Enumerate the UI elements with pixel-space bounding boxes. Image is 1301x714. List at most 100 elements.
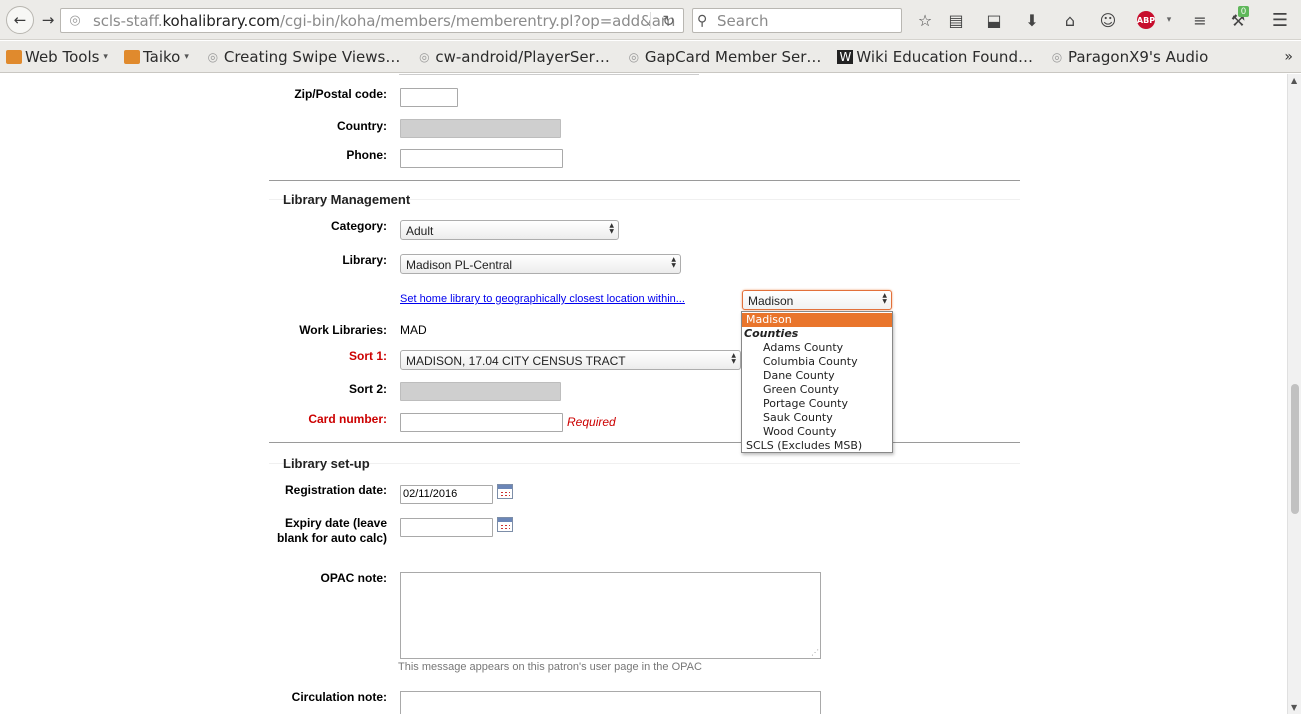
globe-icon: ◎ — [207, 49, 219, 64]
library-value: Madison PL-Central — [406, 258, 513, 272]
geo-select-value: Madison — [748, 294, 794, 308]
opac-note-textarea[interactable]: ⋰ — [400, 572, 821, 659]
browser-toolbar: ← → ◎ scls-staff.kohalibrary.com/cgi-bin… — [0, 0, 1301, 40]
circulation-note-label: Circulation note: — [291, 690, 387, 704]
select-arrows-icon: ▲ ▼ — [609, 222, 614, 235]
bookmark-label: cw-android/PlayerSer… — [435, 47, 610, 66]
folder-icon — [123, 49, 140, 64]
registration-date-input[interactable]: 02/11/2016 — [400, 485, 493, 504]
folder-icon — [6, 49, 22, 64]
dropdown-option[interactable]: Portage County — [742, 397, 892, 411]
adblock-icon[interactable]: ABP — [1137, 11, 1155, 29]
geo-dropdown-list: Madison Counties Adams County Columbia Coun… — [741, 311, 893, 453]
library-setup-legend: Library set-up — [283, 456, 370, 471]
phone-input[interactable] — [400, 149, 563, 168]
dropdown-option[interactable]: Green County — [742, 383, 892, 397]
back-arrow-icon[interactable]: ← — [6, 6, 34, 34]
select-arrows-icon: ▲ ▼ — [882, 292, 887, 305]
select-arrows-icon: ▲ ▼ — [731, 352, 736, 365]
sort2-input — [400, 382, 561, 401]
sort1-select[interactable]: MADISON, 17.04 CITY CENSUS TRACT ▲ ▼ — [400, 350, 741, 370]
chat-icon[interactable]: ☺ — [1097, 9, 1119, 31]
calendar-icon[interactable] — [497, 517, 513, 532]
category-select[interactable]: Adult ▲ ▼ — [400, 220, 619, 240]
dropdown-option[interactable]: Sauk County — [742, 411, 892, 425]
bookmarks-overflow-icon[interactable]: » — [1284, 49, 1293, 65]
library-select[interactable]: Madison PL-Central ▲ ▼ — [400, 254, 681, 274]
phone-label: Phone: — [346, 148, 387, 162]
category-value: Adult — [406, 224, 434, 238]
opac-note-hint: This message appears on this patron's us… — [398, 661, 702, 673]
globe-icon: ◎ — [69, 13, 81, 28]
dropdown-option[interactable]: Wood County — [742, 425, 892, 439]
bookmark-label: Wiki Education Found… — [856, 47, 1033, 66]
search-placeholder: Search — [717, 11, 769, 30]
dropdown-option[interactable]: Columbia County — [742, 355, 892, 369]
scroll-down-icon[interactable]: ▼ — [1291, 703, 1297, 712]
chevron-down-icon: ▾ — [103, 51, 108, 62]
extension-stack-icon[interactable]: ≡ — [1189, 9, 1211, 31]
country-input — [400, 119, 561, 138]
bookmark-item[interactable]: ◎ GapCard Member Ser… — [626, 48, 822, 66]
library-management-legend: Library Management — [283, 192, 411, 207]
required-note: Required — [567, 415, 616, 429]
card-number-label: Card number: — [308, 412, 387, 426]
zip-label: Zip/Postal code: — [294, 87, 387, 101]
sort2-label: Sort 2: — [348, 382, 387, 396]
wiki-favicon-icon: W — [837, 49, 854, 64]
circulation-note-textarea[interactable] — [400, 691, 821, 714]
download-icon[interactable]: ⬇ — [1021, 9, 1043, 31]
extension-badge: 0 — [1238, 6, 1250, 17]
forward-arrow-icon[interactable]: → — [36, 8, 60, 32]
zip-input[interactable] — [400, 88, 458, 107]
card-number-input[interactable] — [400, 413, 563, 432]
category-label: Category: — [330, 219, 387, 233]
chevron-down-icon: ▾ — [184, 51, 189, 62]
globe-icon: ◎ — [419, 49, 430, 64]
resize-grip-icon[interactable]: ⋰ — [811, 648, 819, 657]
menu-icon[interactable]: ☰ — [1269, 9, 1291, 31]
bookmark-label: ParagonX9's Audio — [1067, 47, 1209, 66]
home-icon[interactable]: ⌂ — [1059, 9, 1081, 31]
library-management-fieldset — [269, 199, 1020, 443]
registration-date-label: Registration date: — [284, 483, 387, 497]
calendar-icon[interactable] — [497, 484, 513, 499]
scroll-up-icon[interactable]: ▲ — [1291, 76, 1297, 85]
geo-library-select[interactable]: Madison ▲ ▼ — [742, 290, 892, 310]
library-label: Library: — [342, 253, 387, 267]
bookmark-label: GapCard Member Ser… — [644, 47, 822, 66]
bookmark-star-icon[interactable]: ☆ — [914, 9, 936, 31]
previous-field-edge — [399, 74, 699, 75]
bookmark-item[interactable]: ◎ cw-android/PlayerSer… — [416, 48, 610, 66]
dropdown-option-selected[interactable]: Madison — [742, 313, 892, 327]
work-libraries-label: Work Libraries: — [299, 323, 387, 337]
bookmark-item[interactable]: ◎ ParagonX9's Audio — [1049, 47, 1209, 66]
expiry-date-label: Expiry date (leave blank for auto calc) — [276, 516, 387, 545]
adblock-dropdown-icon[interactable]: ▾ — [1158, 9, 1180, 31]
dropdown-option[interactable]: Dane County — [742, 369, 892, 383]
expiry-date-input[interactable] — [400, 518, 493, 537]
address-bar[interactable]: ◎ scls-staff.kohalibrary.com/cgi-bin/koh… — [60, 8, 684, 33]
sort1-value: MADISON, 17.04 CITY CENSUS TRACT — [406, 354, 626, 368]
pocket-icon[interactable]: ⬓ — [983, 9, 1005, 31]
sort1-label: Sort 1: — [348, 349, 387, 363]
vertical-scrollbar[interactable]: ▲ ▼ — [1287, 74, 1301, 714]
search-input[interactable]: ⚲ Search — [692, 8, 902, 33]
reload-icon[interactable]: ↻ — [662, 12, 675, 30]
reading-list-icon[interactable]: ▤ — [945, 9, 967, 31]
dropdown-option[interactable]: Adams County — [742, 341, 892, 355]
bookmark-item[interactable]: ◎ Creating Swipe Views… — [205, 48, 401, 66]
bookmark-item[interactable]: Web Tools ▾ — [6, 48, 108, 66]
opac-note-label: OPAC note: — [320, 571, 387, 585]
search-icon: ⚲ — [697, 12, 708, 29]
dropdown-option[interactable]: SCLS (Excludes MSB) — [742, 439, 892, 453]
bookmark-item[interactable]: W Wiki Education Found… — [837, 48, 1033, 66]
scroll-thumb[interactable] — [1291, 384, 1299, 514]
bookmarks-toolbar: Web Tools ▾ Taiko ▾ ◎ Creating Swipe Views… ◎ c… — [0, 41, 1301, 73]
bookmark-item[interactable]: Taiko ▾ — [123, 47, 189, 66]
select-arrows-icon: ▲ ▼ — [671, 256, 676, 269]
geo-closest-library-link[interactable]: Set home library to geographically close… — [400, 293, 685, 305]
url-text: scls-staff.kohalibrary.com/cgi-bin/koha/… — [93, 11, 676, 30]
page-viewport: Zip/Postal code: Country: Phone: Library… — [0, 74, 1287, 714]
bookmark-label: Taiko — [142, 47, 181, 66]
